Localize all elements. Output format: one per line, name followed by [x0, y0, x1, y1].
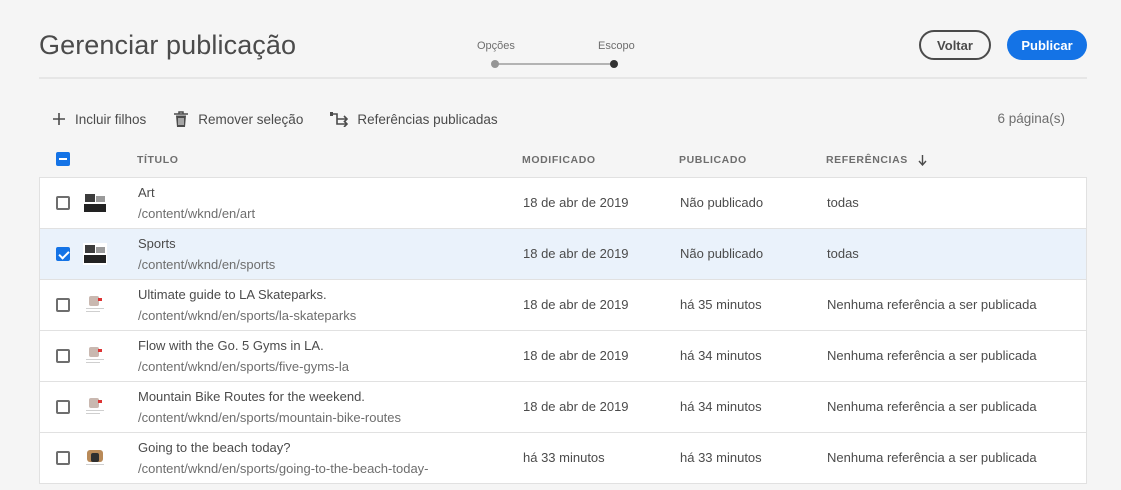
column-header-published[interactable]: PUBLICADO — [679, 154, 747, 166]
table-row[interactable]: Sports/content/wknd/en/sports 18 de abr d… — [40, 229, 1086, 280]
page-path-cell: /content/wknd/en/art — [138, 206, 256, 221]
wizard-step-opcoes[interactable]: Opções — [477, 40, 515, 52]
page-title-cell: Art — [138, 185, 155, 200]
page-thumbnail — [83, 192, 107, 214]
column-header-title[interactable]: TÍTULO — [137, 154, 179, 166]
page-title: Gerenciar publicação — [39, 30, 297, 60]
published-references-label: Referências publicadas — [357, 111, 498, 127]
table-row[interactable]: Flow with the Go. 5 Gyms in LA. /content/… — [40, 331, 1086, 382]
page-count: 6 página(s) — [997, 111, 1065, 126]
published-cell: há 33 minutos — [680, 450, 762, 465]
page-thumbnail — [83, 396, 107, 418]
publish-button[interactable]: Publicar — [1007, 30, 1087, 60]
page-title-cell: Flow with the Go. 5 Gyms in LA. — [138, 338, 324, 353]
modified-cell: 18 de abr de 2019 — [523, 195, 629, 210]
references-cell: Nenhuma referência a ser publicada — [827, 297, 1037, 312]
modified-cell: 18 de abr de 2019 — [523, 297, 629, 312]
row-checkbox[interactable] — [56, 349, 70, 363]
published-cell: Não publicado — [680, 246, 764, 261]
header-divider — [39, 77, 1087, 79]
table-row[interactable]: Mountain Bike Routes for the weekend. /co… — [40, 382, 1086, 433]
sort-descending-icon — [918, 154, 927, 166]
wizard-progress-line — [495, 63, 615, 65]
toolbar: Incluir filhos Remover seleção Referênci… — [52, 104, 525, 134]
wizard-step-dot-completed — [491, 60, 499, 68]
column-header-references-label: REFERÊNCIAS — [826, 154, 908, 166]
select-all-checkbox[interactable] — [56, 152, 70, 166]
references-cell: Nenhuma referência a ser publicada — [827, 450, 1037, 465]
references-cell: Nenhuma referência a ser publicada — [827, 348, 1037, 363]
back-button[interactable]: Voltar — [919, 30, 991, 60]
column-header-modified[interactable]: MODIFICADO — [522, 154, 596, 166]
trash-icon — [174, 110, 189, 127]
published-cell: há 35 minutos — [680, 297, 762, 312]
plus-icon — [53, 113, 65, 125]
modified-cell: 18 de abr de 2019 — [523, 246, 629, 261]
row-checkbox[interactable] — [56, 451, 70, 465]
page-thumbnail — [83, 447, 107, 469]
row-checkbox[interactable] — [56, 298, 70, 312]
row-checkbox[interactable] — [56, 247, 70, 261]
row-checkbox[interactable] — [56, 400, 70, 414]
page-title-cell: Mountain Bike Routes for the weekend. — [138, 389, 365, 404]
remove-selection-label: Remover seleção — [198, 111, 304, 127]
row-checkbox[interactable] — [56, 196, 70, 210]
remove-selection-button[interactable]: Remover seleção — [173, 110, 304, 128]
table-row[interactable]: Art/content/wknd/en/art 18 de abr de 2019… — [40, 178, 1086, 229]
published-cell: há 34 minutos — [680, 399, 762, 414]
include-children-button[interactable]: Incluir filhos — [52, 112, 146, 127]
published-cell: há 34 minutos — [680, 348, 762, 363]
page-path-cell: /content/wknd/en/sports/going-to-the-bea… — [138, 461, 429, 476]
page-path-cell: /content/wknd/en/sports/five-gyms-la — [138, 359, 349, 374]
page-path-cell: /content/wknd/en/sports/la-skateparks — [138, 308, 357, 323]
published-references-button[interactable]: Referências publicadas — [330, 111, 498, 127]
page-thumbnail — [83, 345, 107, 367]
table-header: TÍTULO MODIFICADO PUBLICADO REFERÊNCIAS — [39, 148, 1087, 172]
page-title-cell: Going to the beach today? — [138, 440, 291, 455]
references-cell: todas — [827, 195, 859, 210]
table-row[interactable]: Ultimate guide to LA Skateparks. /content… — [40, 280, 1086, 331]
include-children-label: Incluir filhos — [75, 111, 147, 127]
references-cell: todas — [827, 246, 859, 261]
page-title-cell: Sports — [138, 236, 176, 251]
page-thumbnail — [83, 243, 107, 265]
modified-cell: há 33 minutos — [523, 450, 605, 465]
wizard-steps: Opções Escopo — [470, 38, 640, 72]
wizard-step-escopo[interactable]: Escopo — [598, 40, 635, 52]
page-path-cell: /content/wknd/en/sports/mountain-bike-ro… — [138, 410, 402, 425]
references-icon — [330, 112, 349, 127]
modified-cell: 18 de abr de 2019 — [523, 348, 629, 363]
table-row[interactable]: Going to the beach today? /content/wknd/e… — [40, 433, 1086, 483]
modified-cell: 18 de abr de 2019 — [523, 399, 629, 414]
page-path-cell: /content/wknd/en/sports — [138, 257, 276, 272]
wizard-step-dot-current — [610, 60, 618, 68]
references-cell: Nenhuma referência a ser publicada — [827, 399, 1037, 414]
column-header-references[interactable]: REFERÊNCIAS — [826, 154, 927, 166]
published-cell: Não publicado — [680, 195, 764, 210]
page-title-cell: Ultimate guide to LA Skateparks. — [138, 287, 327, 302]
page-thumbnail — [83, 294, 107, 316]
pages-table: Art/content/wknd/en/art 18 de abr de 2019… — [39, 177, 1087, 484]
